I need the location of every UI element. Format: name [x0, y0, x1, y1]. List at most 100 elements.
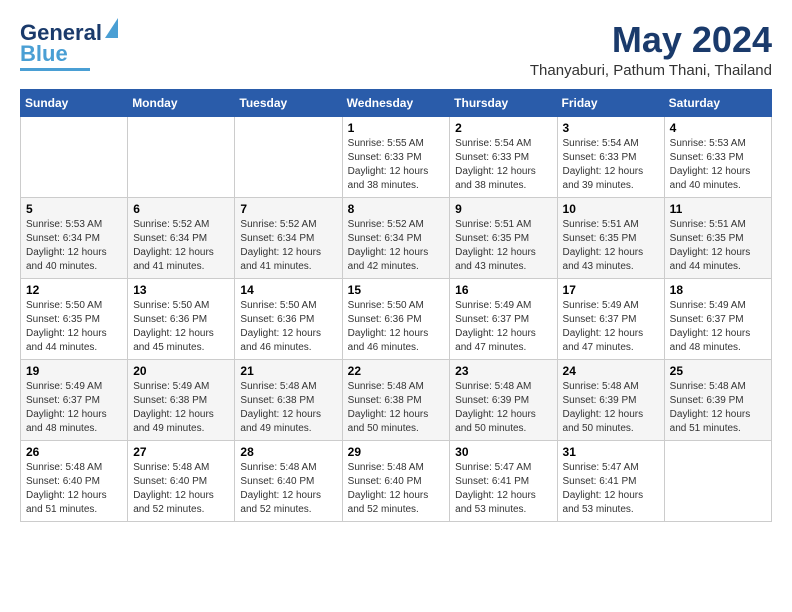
logo-underline: [20, 68, 90, 71]
day-info: Sunrise: 5:48 AM Sunset: 6:38 PM Dayligh…: [240, 380, 336, 436]
day-info: Sunrise: 5:48 AM Sunset: 6:39 PM Dayligh…: [563, 380, 659, 436]
day-number: 21: [240, 364, 336, 378]
calendar-cell-0-4: 2 Sunrise: 5:54 AM Sunset: 6:33 PM Daylig…: [450, 116, 557, 197]
calendar-cell-2-6: 18Sunrise: 5:49 AM Sunset: 6:37 PM Dayli…: [664, 278, 771, 359]
day-number: 4: [670, 121, 766, 135]
day-number: 1: [348, 121, 445, 135]
day-info: Sunrise: 5:48 AM Sunset: 6:40 PM Dayligh…: [348, 461, 445, 517]
calendar-cell-0-3: 1 Sunrise: 5:55 AM Sunset: 6:33 PM Daylig…: [342, 116, 450, 197]
calendar-week-3: 12Sunrise: 5:50 AM Sunset: 6:35 PM Dayli…: [21, 278, 772, 359]
day-number: 29: [348, 445, 445, 459]
day-info: Sunrise: 5:55 AM Sunset: 6:33 PM Dayligh…: [348, 137, 445, 193]
day-info: Sunrise: 5:47 AM Sunset: 6:41 PM Dayligh…: [563, 461, 659, 517]
day-info: Sunrise: 5:51 AM Sunset: 6:35 PM Dayligh…: [563, 218, 659, 274]
col-saturday: Saturday: [664, 89, 771, 116]
calendar-cell-1-3: 8 Sunrise: 5:52 AM Sunset: 6:34 PM Daylig…: [342, 197, 450, 278]
day-info: Sunrise: 5:54 AM Sunset: 6:33 PM Dayligh…: [563, 137, 659, 193]
day-info: Sunrise: 5:49 AM Sunset: 6:38 PM Dayligh…: [133, 380, 229, 436]
day-number: 13: [133, 283, 229, 297]
day-info: Sunrise: 5:49 AM Sunset: 6:37 PM Dayligh…: [455, 299, 551, 355]
day-number: 26: [26, 445, 122, 459]
day-info: Sunrise: 5:49 AM Sunset: 6:37 PM Dayligh…: [670, 299, 766, 355]
calendar-cell-1-1: 6Sunrise: 5:52 AM Sunset: 6:34 PM Daylig…: [128, 197, 235, 278]
calendar-cell-4-3: 29 Sunrise: 5:48 AM Sunset: 6:40 PM Dayli…: [342, 440, 450, 521]
day-info: Sunrise: 5:52 AM Sunset: 6:34 PM Dayligh…: [348, 218, 445, 274]
day-number: 2: [455, 121, 551, 135]
day-number: 28: [240, 445, 336, 459]
calendar-cell-3-1: 20Sunrise: 5:49 AM Sunset: 6:38 PM Dayli…: [128, 359, 235, 440]
title-section: May 2024 Thanyaburi, Pathum Thani, Thail…: [530, 20, 772, 79]
day-number: 8: [348, 202, 445, 216]
calendar-table: Sunday Monday Tuesday Wednesday Thursday…: [20, 89, 772, 522]
day-number: 27: [133, 445, 229, 459]
day-info: Sunrise: 5:53 AM Sunset: 6:33 PM Dayligh…: [670, 137, 766, 193]
page-title: May 2024: [530, 20, 772, 60]
calendar-cell-0-6: 4 Sunrise: 5:53 AM Sunset: 6:33 PM Daylig…: [664, 116, 771, 197]
day-info: Sunrise: 5:53 AM Sunset: 6:34 PM Dayligh…: [26, 218, 122, 274]
day-info: Sunrise: 5:48 AM Sunset: 6:40 PM Dayligh…: [26, 461, 122, 517]
calendar-cell-1-4: 9 Sunrise: 5:51 AM Sunset: 6:35 PM Daylig…: [450, 197, 557, 278]
day-number: 3: [563, 121, 659, 135]
day-number: 11: [670, 202, 766, 216]
day-info: Sunrise: 5:50 AM Sunset: 6:35 PM Dayligh…: [26, 299, 122, 355]
day-number: 14: [240, 283, 336, 297]
calendar-cell-1-0: 5 Sunrise: 5:53 AM Sunset: 6:34 PM Daylig…: [21, 197, 128, 278]
day-number: 30: [455, 445, 551, 459]
col-monday: Monday: [128, 89, 235, 116]
day-number: 15: [348, 283, 445, 297]
calendar-cell-4-2: 28 Sunrise: 5:48 AM Sunset: 6:40 PM Dayli…: [235, 440, 342, 521]
day-number: 7: [240, 202, 336, 216]
day-info: Sunrise: 5:51 AM Sunset: 6:35 PM Dayligh…: [670, 218, 766, 274]
col-friday: Friday: [557, 89, 664, 116]
col-tuesday: Tuesday: [235, 89, 342, 116]
day-number: 5: [26, 202, 122, 216]
day-info: Sunrise: 5:50 AM Sunset: 6:36 PM Dayligh…: [348, 299, 445, 355]
day-info: Sunrise: 5:49 AM Sunset: 6:37 PM Dayligh…: [563, 299, 659, 355]
day-number: 31: [563, 445, 659, 459]
day-info: Sunrise: 5:48 AM Sunset: 6:39 PM Dayligh…: [670, 380, 766, 436]
calendar-week-1: 1 Sunrise: 5:55 AM Sunset: 6:33 PM Daylig…: [21, 116, 772, 197]
calendar-cell-2-3: 15 Sunrise: 5:50 AM Sunset: 6:36 PM Dayli…: [342, 278, 450, 359]
day-info: Sunrise: 5:52 AM Sunset: 6:34 PM Dayligh…: [240, 218, 336, 274]
logo-triangle-icon: [105, 18, 118, 38]
calendar-cell-0-0: [21, 116, 128, 197]
calendar-cell-1-5: 10 Sunrise: 5:51 AM Sunset: 6:35 PM Dayli…: [557, 197, 664, 278]
day-number: 22: [348, 364, 445, 378]
calendar-week-4: 19 Sunrise: 5:49 AM Sunset: 6:37 PM Dayli…: [21, 359, 772, 440]
col-wednesday: Wednesday: [342, 89, 450, 116]
calendar-cell-1-6: 11 Sunrise: 5:51 AM Sunset: 6:35 PM Dayli…: [664, 197, 771, 278]
calendar-cell-2-2: 14 Sunrise: 5:50 AM Sunset: 6:36 PM Dayli…: [235, 278, 342, 359]
page-subtitle: Thanyaburi, Pathum Thani, Thailand: [530, 62, 772, 79]
calendar-cell-3-2: 21 Sunrise: 5:48 AM Sunset: 6:38 PM Dayli…: [235, 359, 342, 440]
day-info: Sunrise: 5:54 AM Sunset: 6:33 PM Dayligh…: [455, 137, 551, 193]
day-info: Sunrise: 5:48 AM Sunset: 6:40 PM Dayligh…: [240, 461, 336, 517]
day-number: 25: [670, 364, 766, 378]
logo-text-blue: Blue: [20, 43, 68, 65]
day-info: Sunrise: 5:52 AM Sunset: 6:34 PM Dayligh…: [133, 218, 229, 274]
calendar-cell-3-6: 25 Sunrise: 5:48 AM Sunset: 6:39 PM Dayli…: [664, 359, 771, 440]
calendar-cell-3-0: 19 Sunrise: 5:49 AM Sunset: 6:37 PM Dayli…: [21, 359, 128, 440]
day-number: 9: [455, 202, 551, 216]
calendar-cell-4-6: [664, 440, 771, 521]
day-number: 10: [563, 202, 659, 216]
day-info: Sunrise: 5:50 AM Sunset: 6:36 PM Dayligh…: [240, 299, 336, 355]
day-info: Sunrise: 5:49 AM Sunset: 6:37 PM Dayligh…: [26, 380, 122, 436]
logo: General Blue: [20, 20, 118, 71]
calendar-cell-3-3: 22Sunrise: 5:48 AM Sunset: 6:38 PM Dayli…: [342, 359, 450, 440]
calendar-cell-2-1: 13Sunrise: 5:50 AM Sunset: 6:36 PM Dayli…: [128, 278, 235, 359]
calendar-cell-3-4: 23Sunrise: 5:48 AM Sunset: 6:39 PM Dayli…: [450, 359, 557, 440]
day-number: 17: [563, 283, 659, 297]
day-number: 16: [455, 283, 551, 297]
day-info: Sunrise: 5:48 AM Sunset: 6:40 PM Dayligh…: [133, 461, 229, 517]
col-thursday: Thursday: [450, 89, 557, 116]
day-info: Sunrise: 5:51 AM Sunset: 6:35 PM Dayligh…: [455, 218, 551, 274]
calendar-cell-2-0: 12Sunrise: 5:50 AM Sunset: 6:35 PM Dayli…: [21, 278, 128, 359]
calendar-header-row: Sunday Monday Tuesday Wednesday Thursday…: [21, 89, 772, 116]
calendar-cell-0-1: [128, 116, 235, 197]
calendar-cell-2-5: 17 Sunrise: 5:49 AM Sunset: 6:37 PM Dayli…: [557, 278, 664, 359]
calendar-week-5: 26 Sunrise: 5:48 AM Sunset: 6:40 PM Dayli…: [21, 440, 772, 521]
day-number: 19: [26, 364, 122, 378]
calendar-cell-4-0: 26 Sunrise: 5:48 AM Sunset: 6:40 PM Dayli…: [21, 440, 128, 521]
calendar-week-2: 5 Sunrise: 5:53 AM Sunset: 6:34 PM Daylig…: [21, 197, 772, 278]
day-info: Sunrise: 5:47 AM Sunset: 6:41 PM Dayligh…: [455, 461, 551, 517]
